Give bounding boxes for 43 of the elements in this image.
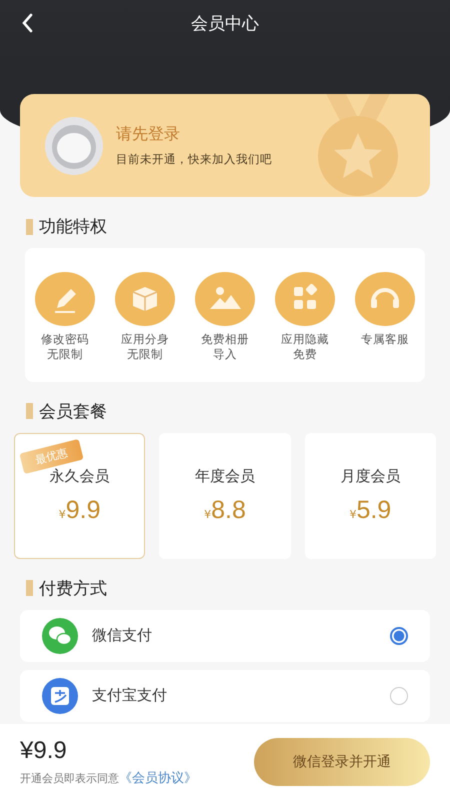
- pencil-icon[interactable]: [35, 272, 95, 326]
- avatar-icon[interactable]: [44, 116, 104, 176]
- login-purchase-button[interactable]: 微信登录并开通: [254, 738, 430, 786]
- plan-card[interactable]: 年度会员 ¥8.8: [159, 432, 291, 559]
- image-icon[interactable]: [195, 272, 255, 326]
- section-marker: [26, 403, 33, 420]
- feature-label: 应用隐藏免费: [281, 332, 329, 362]
- headset-icon[interactable]: [355, 272, 415, 326]
- feature-label: 专属客服: [361, 332, 409, 347]
- section-title: 会员套餐: [39, 400, 107, 423]
- plan-name: 年度会员: [194, 466, 255, 486]
- plan-card[interactable]: 月度会员 ¥5.9: [304, 432, 436, 559]
- payment-app-icon: [42, 678, 78, 714]
- plan-price: 9.9: [66, 496, 101, 525]
- currency-symbol: ¥: [349, 508, 356, 521]
- radio-button[interactable]: [390, 626, 408, 645]
- apps-icon[interactable]: [275, 272, 335, 326]
- membership-status: 目前未开通，快来加入我们吧: [116, 152, 273, 167]
- chat-bubbles-icon: [42, 618, 78, 654]
- feature-label: 免费相册导入: [201, 332, 249, 362]
- radio-button[interactable]: [390, 686, 408, 705]
- currency-symbol: ¥: [204, 508, 212, 521]
- back-icon[interactable]: [21, 13, 33, 33]
- plan-price: 8.8: [211, 496, 246, 525]
- box-icon[interactable]: [115, 272, 175, 326]
- section-marker: [26, 218, 33, 234]
- feature-label: 修改密码无限制: [41, 332, 89, 362]
- feature-label: 应用分身无限制: [121, 332, 169, 362]
- agreement-text: 开通会员即表示同意: [20, 771, 119, 786]
- total-price: ¥9.9: [20, 737, 68, 765]
- payment-name: 支付宝支付: [92, 686, 168, 706]
- section-marker: [26, 580, 33, 596]
- payment-option[interactable]: 支付宝支付: [20, 670, 430, 722]
- payment-name: 微信支付: [92, 626, 153, 646]
- page-title: 会员中心: [191, 12, 259, 34]
- agreement-link[interactable]: 《会员协议》: [119, 769, 197, 787]
- section-title: 付费方式: [39, 578, 107, 600]
- plan-name: 月度会员: [340, 466, 400, 486]
- payment-option[interactable]: 微信支付: [20, 610, 430, 662]
- plan-price: 5.9: [356, 496, 392, 525]
- plan-card[interactable]: 永久会员 ¥9.9 最优惠: [14, 432, 146, 559]
- section-title: 功能特权: [39, 216, 107, 238]
- currency-symbol: ¥: [58, 508, 66, 521]
